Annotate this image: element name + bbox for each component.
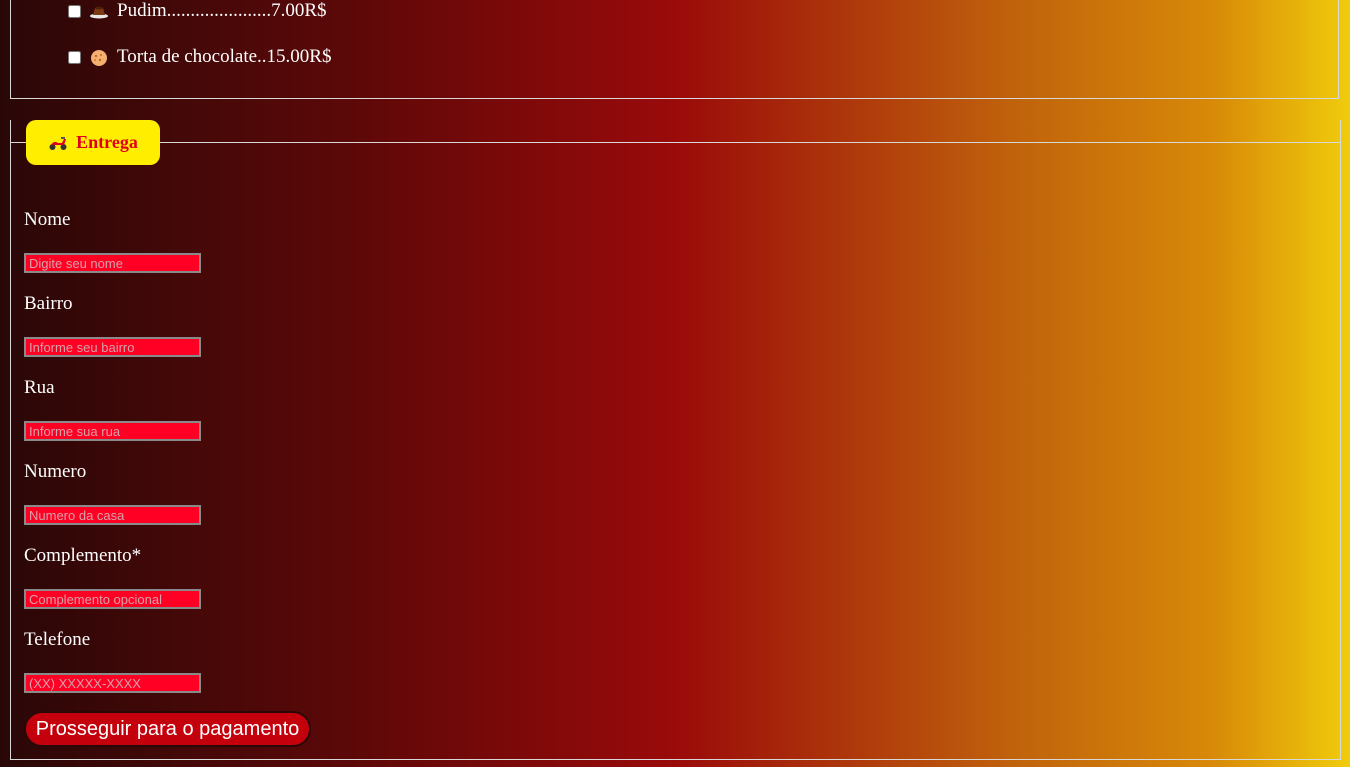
nome-input[interactable] [24, 253, 201, 273]
fieldset-border [10, 142, 26, 143]
menu-item-label: Pudim......................7.00R$ [117, 0, 327, 21]
bairro-input[interactable] [24, 337, 201, 357]
pudim-checkbox[interactable] [68, 4, 81, 18]
scooter-icon [48, 135, 68, 151]
rua-input[interactable] [24, 421, 201, 441]
entrega-fieldset [10, 120, 1341, 760]
bairro-label: Bairro [24, 293, 73, 314]
menu-item-pudim[interactable]: Pudim......................7.00R$ [68, 0, 327, 22]
complemento-label: Complemento* [24, 545, 142, 566]
entrega-legend: Entrega [26, 120, 160, 165]
complemento-input[interactable] [24, 589, 201, 609]
telefone-label: Telefone [24, 629, 91, 650]
torta-checkbox[interactable] [68, 50, 81, 64]
menu-item-torta[interactable]: Torta de chocolate..15.00R$ [68, 46, 331, 68]
numero-input[interactable] [24, 505, 201, 525]
pudding-icon [89, 3, 109, 19]
prosseguir-pagamento-button[interactable]: Prosseguir para o pagamento [24, 711, 311, 747]
telefone-input[interactable] [24, 673, 201, 693]
cookie-icon [89, 49, 109, 66]
nome-label: Nome [24, 209, 71, 230]
numero-label: Numero [24, 461, 87, 482]
legend-text: Entrega [76, 132, 138, 152]
fieldset-border [160, 142, 1341, 143]
rua-label: Rua [24, 377, 55, 398]
menu-item-label: Torta de chocolate..15.00R$ [117, 46, 332, 67]
